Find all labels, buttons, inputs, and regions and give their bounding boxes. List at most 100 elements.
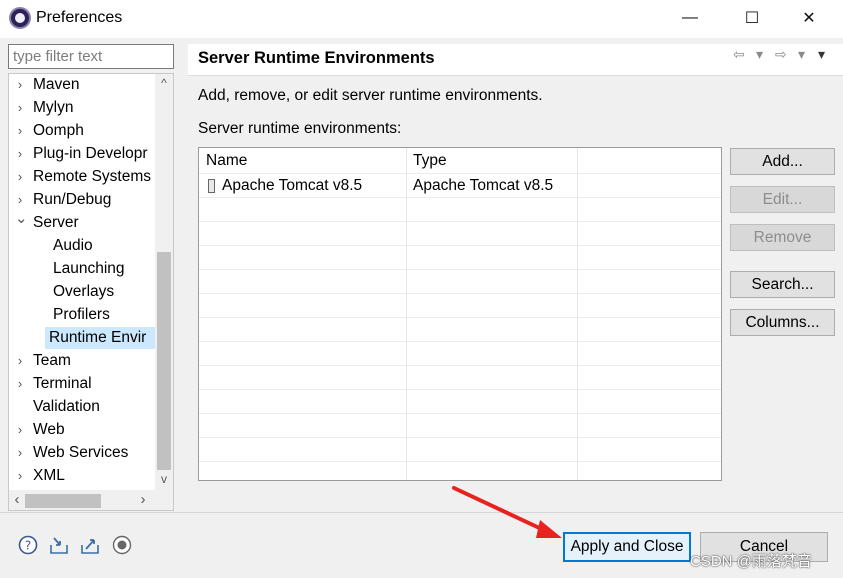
add-button[interactable]: Add... — [730, 148, 835, 175]
back-menu-icon[interactable]: ▾ — [756, 46, 763, 63]
tree-item-label: Audio — [53, 237, 93, 254]
runtime-name-cell[interactable]: Apache Tomcat v8.5 — [222, 177, 362, 195]
table-row-divider — [199, 341, 721, 342]
chevron-right-icon[interactable]: › — [15, 373, 25, 395]
chevron-right-icon[interactable]: › — [15, 97, 25, 119]
forward-arrow-icon[interactable]: ⇨ — [775, 46, 787, 63]
tree-item-label: Runtime Envir — [49, 329, 147, 346]
tree-item-label: Plug-in Developr — [33, 145, 148, 162]
column-header-type[interactable]: Type — [413, 152, 447, 170]
close-button[interactable]: ✕ — [786, 4, 832, 32]
tree-item-label: Profilers — [53, 306, 110, 323]
tree-item-label: Validation — [33, 398, 100, 415]
table-row-divider — [199, 413, 721, 414]
tree-item[interactable]: › Plug-in Developr — [9, 143, 155, 165]
tree-item[interactable]: Overlays — [9, 281, 155, 303]
tree-horizontal-scroll-thumb[interactable] — [25, 494, 101, 508]
table-row-divider — [199, 389, 721, 390]
tree-item-label: Terminal — [33, 375, 92, 392]
remove-button[interactable]: Remove — [730, 224, 835, 251]
tree-item-label: Server — [33, 214, 79, 231]
runtime-type-cell[interactable]: Apache Tomcat v8.5 — [413, 177, 553, 195]
tree-item[interactable]: › Mylyn — [9, 97, 155, 119]
tree-vertical-scroll-thumb[interactable] — [157, 252, 171, 470]
chevron-right-icon[interactable]: › — [15, 143, 25, 165]
preference-tree[interactable]: › Maven › Mylyn › Oomph › Plug-in Developr › Remo… — [8, 73, 174, 511]
page-description: Add, remove, or edit server runtime envi… — [198, 87, 543, 104]
tree-item[interactable]: › Team — [9, 350, 155, 372]
scroll-up-icon[interactable]: ^ — [157, 76, 171, 90]
chevron-right-icon[interactable]: › — [15, 120, 25, 142]
tree-item[interactable]: › XML — [9, 465, 155, 487]
table-row-divider — [199, 269, 721, 270]
bottom-separator — [0, 512, 843, 513]
table-row-divider — [199, 365, 721, 366]
table-row-divider — [199, 293, 721, 294]
column-header-name[interactable]: Name — [206, 152, 247, 170]
minimize-button[interactable]: — — [667, 4, 713, 32]
chevron-right-icon[interactable]: › — [15, 419, 25, 441]
chevron-right-icon[interactable]: › — [15, 442, 25, 464]
tree-item[interactable]: Launching — [9, 258, 155, 280]
scroll-left-icon[interactable]: ‹ — [11, 491, 23, 508]
import-icon[interactable] — [49, 535, 69, 555]
tree-item-label: Oomph — [33, 122, 84, 139]
record-icon[interactable] — [112, 535, 132, 555]
export-icon[interactable] — [80, 535, 100, 555]
chevron-right-icon[interactable]: › — [15, 74, 25, 96]
back-arrow-icon[interactable]: ⇦ — [733, 46, 745, 63]
tree-item-label: XML — [33, 467, 65, 484]
runtime-list-label: Server runtime environments: — [198, 120, 402, 137]
watermark: CSDN @雨落梵音 — [690, 553, 812, 570]
page-title: Server Runtime Environments — [198, 49, 435, 67]
search-button[interactable]: Search... — [730, 271, 835, 298]
tree-item-label: Maven — [33, 76, 80, 93]
tree-item-label: Web — [33, 421, 65, 438]
tree-item-label: Remote Systems — [33, 168, 152, 185]
filter-input[interactable]: type filter text — [8, 44, 174, 69]
tree-item[interactable]: Runtime Envir — [45, 327, 155, 349]
scroll-down-icon[interactable]: v — [157, 472, 171, 486]
forward-menu-icon[interactable]: ▾ — [798, 46, 805, 63]
server-runtime-icon — [208, 179, 215, 193]
tree-item[interactable]: › Web Services — [9, 442, 155, 464]
view-menu-icon[interactable]: ▾ — [818, 46, 825, 63]
title-bar — [0, 0, 843, 38]
scroll-right-icon[interactable]: › — [137, 491, 149, 508]
tree-item[interactable]: ⌄ Server — [9, 210, 155, 234]
edit-button[interactable]: Edit... — [730, 186, 835, 213]
help-icon[interactable]: ? — [18, 535, 38, 555]
svg-text:?: ? — [25, 539, 31, 553]
tree-item[interactable]: › Oomph — [9, 120, 155, 142]
tree-item[interactable]: › Remote Systems — [9, 166, 155, 188]
tree-item-label: Team — [33, 352, 71, 369]
eclipse-app-icon — [9, 7, 31, 29]
chevron-down-icon[interactable]: ⌄ — [15, 208, 28, 230]
tree-item[interactable]: › Web — [9, 419, 155, 441]
table-row-divider — [199, 221, 721, 222]
red-annotation-arrow-icon — [452, 486, 562, 538]
tree-item-label: Overlays — [53, 283, 115, 300]
maximize-button[interactable]: ☐ — [729, 4, 775, 32]
tree-item-label: Run/Debug — [33, 191, 112, 208]
chevron-right-icon[interactable]: › — [15, 350, 25, 372]
tree-item[interactable]: › Maven — [9, 74, 155, 96]
table-row-divider — [199, 461, 721, 462]
tree-item-label: Web Services — [33, 444, 129, 461]
chevron-right-icon[interactable]: › — [15, 465, 25, 487]
chevron-right-icon[interactable]: › — [15, 166, 25, 188]
tree-item[interactable]: Validation — [9, 396, 155, 418]
table-row-divider — [199, 197, 721, 198]
tree-item[interactable]: Audio — [9, 235, 155, 257]
columns-button[interactable]: Columns... — [730, 309, 835, 336]
runtime-table[interactable]: Name Type Apache Tomcat v8.5 Apache Tomc… — [198, 147, 722, 481]
tree-item[interactable]: › Terminal — [9, 373, 155, 395]
tree-item-label: Mylyn — [33, 99, 74, 116]
tree-item[interactable]: Profilers — [9, 304, 155, 326]
tree-item-label: Launching — [53, 260, 125, 277]
tree-item[interactable]: › Run/Debug — [9, 189, 155, 211]
apply-and-close-button[interactable]: Apply and Close — [563, 532, 691, 562]
table-row-divider — [199, 437, 721, 438]
table-row-divider — [199, 317, 721, 318]
table-row-divider — [199, 245, 721, 246]
